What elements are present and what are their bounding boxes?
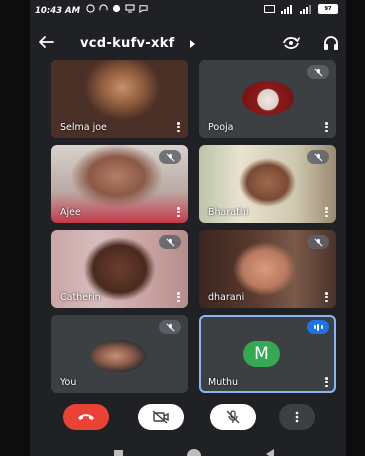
more-vertical-icon [295, 411, 299, 423]
participant-name: You [60, 377, 77, 388]
participant-tile[interactable]: Selma joe [51, 60, 188, 138]
participant-tile[interactable]: Ajee [51, 145, 188, 223]
meeting-code[interactable]: vcd-kufv-xkf [80, 36, 175, 51]
avatar [91, 340, 146, 372]
participant-name: Bharathi [208, 207, 249, 218]
camera-off-icon [152, 410, 169, 424]
status-system-icons: 97 [264, 4, 338, 14]
participant-name: Selma joe [60, 122, 107, 133]
more-vertical-icon[interactable] [325, 377, 328, 388]
participant-name: dharani [208, 292, 245, 303]
meeting-details-caret-icon[interactable] [190, 40, 195, 48]
mic-off-icon [159, 150, 181, 164]
participant-tile[interactable]: Catherin [51, 230, 188, 308]
camera-toggle-button[interactable] [138, 404, 184, 430]
more-vertical-icon[interactable] [325, 122, 328, 133]
battery-icon: 97 [318, 4, 338, 14]
status-time: 10:43 AM [35, 6, 81, 16]
chat-status-icon [139, 5, 148, 13]
mic-off-icon [307, 65, 329, 79]
audio-level-icon [307, 320, 329, 334]
more-vertical-icon[interactable] [177, 292, 180, 303]
participant-tile[interactable]: Pooja [199, 60, 336, 138]
status-notification-icons [86, 4, 148, 13]
participant-name: Pooja [208, 122, 234, 133]
more-vertical-icon[interactable] [325, 292, 328, 303]
phone-hangup-icon [78, 414, 94, 420]
headphones-icon[interactable] [323, 35, 339, 51]
recents-nav-icon [114, 450, 123, 456]
mic-off-icon [159, 320, 181, 334]
mic-off-icon [307, 150, 329, 164]
game-status-icon [112, 4, 121, 13]
mic-off-icon [307, 235, 329, 249]
more-vertical-icon[interactable] [325, 207, 328, 218]
system-navigation-bar [114, 449, 274, 456]
home-nav-icon [187, 449, 201, 456]
participant-name: Catherin [60, 292, 101, 303]
headphones-status-icon [99, 4, 108, 11]
end-call-button[interactable] [63, 404, 109, 430]
mic-off-icon [226, 410, 240, 424]
microphone-toggle-button[interactable] [210, 404, 256, 430]
avatar: M [243, 341, 280, 367]
camera-switch-icon[interactable] [281, 35, 301, 51]
avatar-letter: M [254, 344, 269, 364]
mic-off-icon [159, 235, 181, 249]
avatar [242, 81, 294, 115]
hd-voice-icon [264, 5, 275, 13]
participant-tile[interactable]: Bharathi [199, 145, 336, 223]
participant-tile[interactable]: dharani [199, 230, 336, 308]
participant-name: Ajee [60, 207, 81, 218]
meeting-header: vcd-kufv-xkf [30, 28, 346, 58]
more-vertical-icon[interactable] [177, 207, 180, 218]
screen-status-icon [125, 4, 135, 13]
more-vertical-icon[interactable] [177, 122, 180, 133]
participant-name: Muthu [208, 377, 238, 388]
arrow-left-icon[interactable] [38, 34, 54, 50]
participant-tile-active[interactable]: M Muthu [199, 315, 336, 393]
more-options-button[interactable] [279, 404, 315, 430]
status-bar: 10:43 AM 97 [30, 0, 346, 20]
signal-icon [281, 4, 292, 14]
phone-screen: 10:43 AM 97 vcd-kufv-xkf Selma joe Pooja… [30, 0, 346, 456]
notification-icon [86, 4, 95, 13]
back-nav-icon [266, 449, 274, 456]
participant-tile-self[interactable]: You [51, 315, 188, 393]
signal-icon-2 [300, 4, 311, 14]
